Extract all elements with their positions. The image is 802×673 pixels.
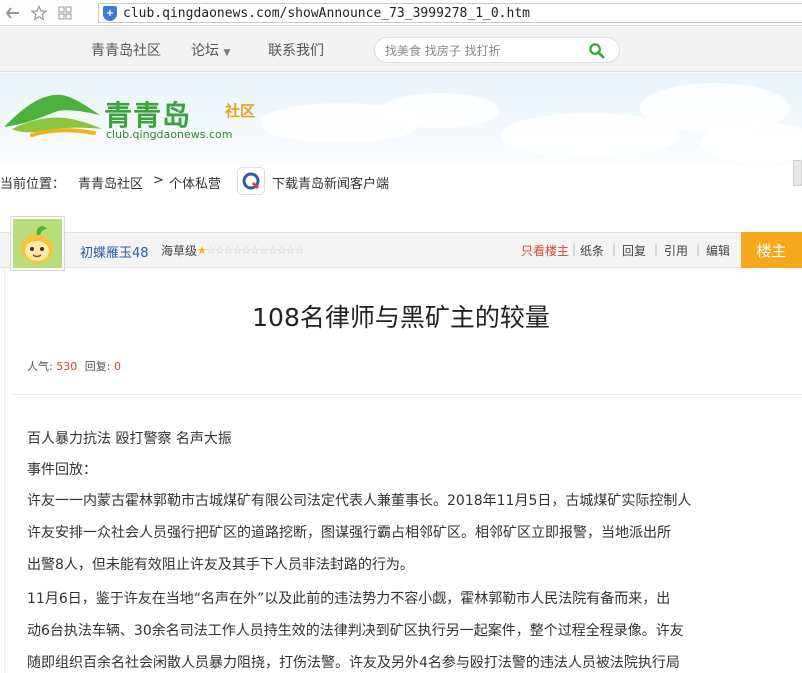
views-label: 人气: <box>27 360 53 373</box>
breadcrumb: 当前位置： 青青岛社区 > 个体私营 下载青岛新闻客户端 <box>0 165 802 197</box>
url-text: club.qingdaonews.com/showAnnounce_73_399… <box>123 5 530 21</box>
download-app-link[interactable]: 下载青岛新闻客户端 <box>272 173 389 192</box>
search-box <box>374 37 620 63</box>
address-bar[interactable]: + club.qingdaonews.com/showAnnounce_73_3… <box>98 3 802 23</box>
nav-item-contact[interactable]: 联系我们 <box>268 40 324 60</box>
logo-subtitle: 社区 <box>225 102 256 120</box>
paragraph-line: 许友一一内蒙古霍林郭勒市古城煤矿有限公司法定代表人兼董事长。2018年11月5日… <box>27 493 692 509</box>
paragraph-line: 11月6日，鉴于许友在当地“名声在外”以及此前的违法势力不容小觑，霍林郭勒市人民… <box>27 591 671 607</box>
back-icon[interactable] <box>0 0 26 26</box>
side-scroll-handle[interactable] <box>793 160 802 186</box>
site-banner: 青青岛 社区 club.qingdaonews.com <box>0 73 802 165</box>
post-stats: 人气: 530 回复: 0 <box>27 358 121 374</box>
logo-url: club.qingdaonews.com <box>106 128 233 141</box>
shield-icon: + <box>103 5 117 21</box>
floor-badge: 楼主 <box>741 232 802 268</box>
paragraph-line: 动6台执法车辆、30余名司法工作人员持生效的法律判决到矿区执行另一起案件，整个过… <box>27 623 684 639</box>
nav-item-home[interactable]: 青青岛社区 <box>91 40 161 60</box>
avatar[interactable] <box>11 217 64 270</box>
paragraph-line: 出警8人，但未能有效阻止许友及其手下人员非法封路的行为。 <box>27 557 414 573</box>
paragraph-line: 随即组织百余名社会闲散人员暴力阻挠，打伤法警。许友及另外4名参与殴打法警的违法人… <box>27 655 680 671</box>
replies-label: 回复: <box>84 360 111 373</box>
post-author-name[interactable]: 初蝶雁玉48 <box>80 242 149 261</box>
search-input[interactable] <box>385 42 575 59</box>
chevron-down-icon: ▼ <box>223 48 231 58</box>
paragraph-line: 许友安排一众社会人员强行把矿区的道路挖断，图谋强行霸占相邻矿区。相邻矿区立即报警… <box>27 525 671 541</box>
edit-link[interactable]: 编辑 <box>706 242 730 259</box>
search-icon[interactable] <box>588 42 605 59</box>
reply-link[interactable]: 回复 <box>622 242 646 259</box>
app-download-icon[interactable] <box>237 167 265 195</box>
breadcrumb-separator: > <box>153 173 164 188</box>
user-level-stars: ★☆☆☆☆☆☆☆☆☆☆☆ <box>197 244 304 257</box>
favorite-star-icon[interactable] <box>26 0 52 26</box>
message-link[interactable]: 纸条 <box>580 242 604 259</box>
quote-link[interactable]: 引用 <box>664 242 688 259</box>
user-level: 海草级 <box>161 244 198 258</box>
grid-icon[interactable] <box>52 0 78 26</box>
breadcrumb-home-link[interactable]: 青青岛社区 <box>78 173 143 192</box>
browser-toolbar: + club.qingdaonews.com/showAnnounce_73_3… <box>0 0 802 26</box>
nav-item-forum[interactable]: 论坛 ▼ <box>191 40 230 60</box>
only-author-link[interactable]: 只看楼主 <box>521 242 569 259</box>
breadcrumb-label: 当前位置： <box>0 177 66 192</box>
logo-mountain-icon <box>4 94 102 137</box>
breadcrumb-current-link[interactable]: 个体私营 <box>169 173 221 192</box>
paragraph-line: 百人暴力抗法 殴打警察 名声大振 <box>27 431 232 447</box>
post-title: 108名律师与黑矿主的较量 <box>252 303 550 332</box>
content-divider <box>12 394 802 395</box>
paragraph-line: 事件回放： <box>27 462 97 478</box>
replies-count: 0 <box>113 360 121 373</box>
views-count: 530 <box>56 360 78 373</box>
